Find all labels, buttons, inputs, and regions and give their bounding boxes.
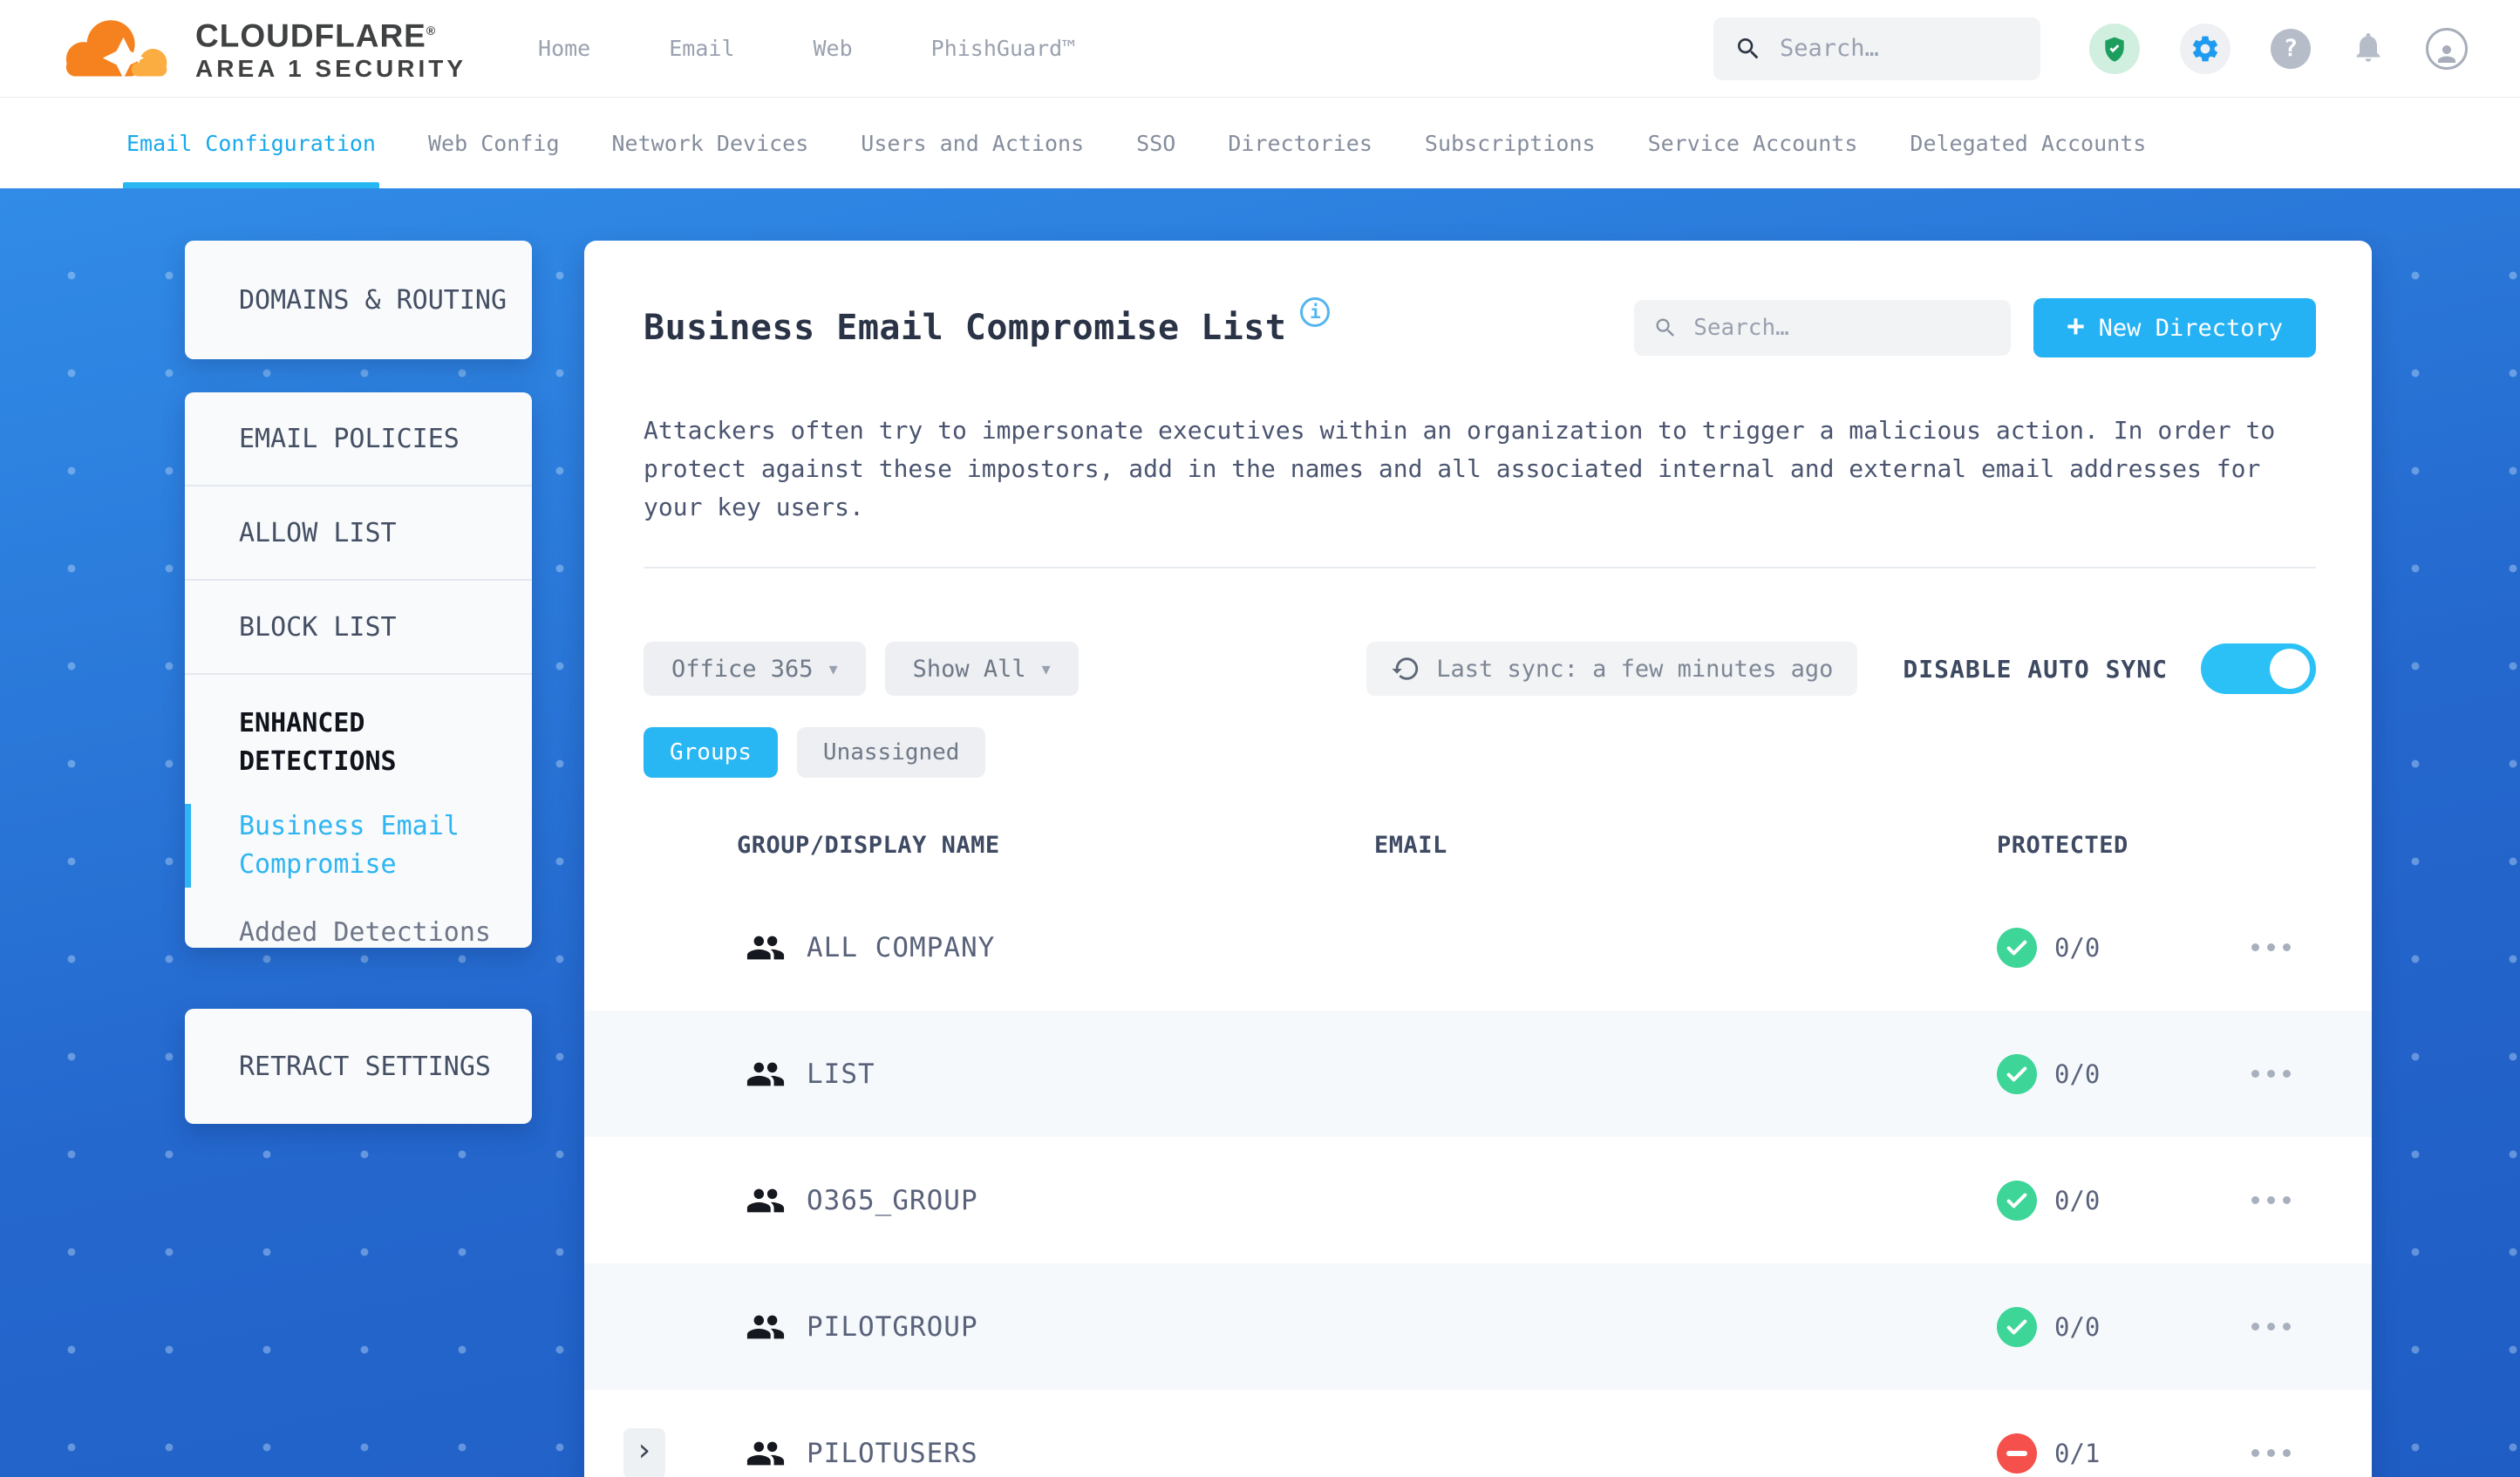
top-header: CLOUDFLARE® AREA 1 SECURITY Home Email W…	[0, 0, 2520, 98]
list-search[interactable]	[1634, 300, 2012, 356]
group-name: ALL COMPANY	[807, 931, 996, 963]
tab-service-accounts[interactable]: Service Accounts	[1648, 98, 1858, 188]
group-icon	[746, 936, 785, 959]
groups-table: GROUP/DISPLAY NAME EMAIL PROTECTED › ALL…	[584, 832, 2372, 1477]
cloudflare-cloud-icon	[65, 19, 167, 78]
sidebar-item-allow-list[interactable]: ALLOW LIST	[185, 487, 532, 581]
tab-network-devices[interactable]: Network Devices	[612, 98, 809, 188]
divider	[644, 567, 2316, 568]
row-actions-menu[interactable]	[2250, 1196, 2372, 1204]
nav-email[interactable]: Email	[669, 36, 734, 61]
group-name: PILOTUSERS	[807, 1437, 978, 1469]
sidebar-item-domains-routing[interactable]: DOMAINS & ROUTING	[185, 241, 532, 359]
logo-subbrand-text: AREA 1 SECURITY	[195, 54, 467, 82]
protected-check-icon	[1997, 1180, 2037, 1221]
column-header-email: EMAIL	[1374, 832, 1447, 859]
tab-subscriptions[interactable]: Subscriptions	[1425, 98, 1596, 188]
sidebar-item-email-policies[interactable]: EMAIL POLICIES	[185, 392, 532, 487]
last-sync-button[interactable]: Last sync: a few minutes ago	[1366, 642, 1858, 696]
column-header-protected: PROTECTED	[1997, 832, 2128, 859]
protected-check-icon	[1997, 1306, 2037, 1347]
show-filter-select[interactable]: Show All ▾	[884, 642, 1079, 696]
column-header-group-display-name: GROUP/DISPLAY NAME	[737, 832, 1000, 859]
tab-sso[interactable]: SSO	[1136, 98, 1175, 188]
sidebar-item-block-list[interactable]: BLOCK LIST	[185, 581, 532, 675]
row-actions-menu[interactable]	[2250, 943, 2372, 951]
protected-count: 0/0	[2054, 932, 2101, 963]
group-name: PILOTGROUP	[807, 1310, 978, 1343]
settings-gear-icon[interactable]	[2180, 23, 2231, 74]
disable-auto-sync-label: DISABLE AUTO SYNC	[1903, 654, 2168, 684]
sidebar-policies-card: EMAIL POLICIES ALLOW LIST BLOCK LIST ENH…	[185, 392, 532, 948]
table-row[interactable]: › PILOTUSERS 0/1	[584, 1390, 2372, 1477]
main-panel: Business Email Compromise List i + New D…	[584, 241, 2372, 1477]
table-row[interactable]: › ALL COMPANY 0/0	[584, 884, 2372, 1011]
chevron-down-icon: ▾	[1041, 658, 1051, 679]
section-tabs: Email Configuration Web Config Network D…	[0, 98, 2520, 188]
plus-icon: +	[2067, 309, 2085, 344]
directory-select[interactable]: Office 365 ▾	[644, 642, 866, 696]
tab-email-configuration[interactable]: Email Configuration	[123, 98, 379, 188]
unprotected-minus-icon	[1997, 1433, 2037, 1474]
page-description: Attackers often try to impersonate execu…	[644, 416, 2276, 521]
help-icon[interactable]: ?	[2271, 28, 2311, 69]
sync-restore-icon	[1392, 657, 1419, 680]
security-status-icon[interactable]	[2089, 23, 2140, 74]
tab-directories[interactable]: Directories	[1228, 98, 1372, 188]
groups-tab[interactable]: Groups	[644, 727, 778, 778]
notifications-bell-icon[interactable]	[2351, 30, 2386, 68]
protected-count: 0/0	[2054, 1058, 2101, 1089]
group-icon	[746, 1441, 785, 1465]
search-icon	[1738, 37, 1759, 58]
page-title: Business Email Compromise List	[644, 308, 1287, 348]
sidebar-item-added-detections[interactable]: Added Detections	[239, 917, 532, 948]
global-search[interactable]	[1713, 17, 2040, 80]
table-row[interactable]: › PILOTGROUP 0/0	[584, 1263, 2372, 1390]
logo-brand-text: CLOUDFLARE®	[195, 17, 437, 54]
unassigned-tab[interactable]: Unassigned	[796, 727, 986, 778]
nav-home[interactable]: Home	[538, 36, 590, 61]
protected-check-icon	[1997, 1053, 2037, 1094]
group-icon	[746, 1062, 785, 1086]
new-directory-button[interactable]: + New Directory	[2033, 298, 2316, 357]
search-icon	[1656, 318, 1675, 337]
last-sync-text: Last sync: a few minutes ago	[1436, 655, 1834, 683]
protected-count: 0/0	[2054, 1185, 2101, 1215]
table-row[interactable]: › LIST 0/0	[584, 1011, 2372, 1137]
global-search-input[interactable]	[1780, 35, 2006, 62]
group-icon	[746, 1315, 785, 1338]
tab-web-config[interactable]: Web Config	[428, 98, 560, 188]
sidebar: DOMAINS & ROUTING EMAIL POLICIES ALLOW L…	[185, 241, 532, 1124]
sidebar-item-enhanced-detections[interactable]: ENHANCED DETECTIONS	[185, 675, 532, 781]
row-actions-menu[interactable]	[2250, 1449, 2372, 1457]
group-icon	[746, 1188, 785, 1212]
chevron-down-icon: ▾	[828, 658, 838, 679]
primary-nav: Home Email Web PhishGuard™	[538, 36, 1075, 61]
tab-users-and-actions[interactable]: Users and Actions	[861, 98, 1084, 188]
sidebar-item-retract-settings[interactable]: RETRACT SETTINGS	[185, 1009, 532, 1124]
tab-delegated-accounts[interactable]: Delegated Accounts	[1910, 98, 2146, 188]
sidebar-item-business-email-compromise[interactable]: Business Email Compromise	[185, 804, 532, 888]
content-area: DOMAINS & ROUTING EMAIL POLICIES ALLOW L…	[0, 188, 2520, 1477]
protected-check-icon	[1997, 927, 2037, 968]
protected-count: 0/1	[2054, 1438, 2101, 1468]
info-icon[interactable]: i	[1300, 297, 1331, 327]
nav-web[interactable]: Web	[814, 36, 853, 61]
table-row[interactable]: › O365_GROUP 0/0	[584, 1137, 2372, 1263]
group-name: LIST	[807, 1058, 875, 1090]
row-actions-menu[interactable]	[2250, 1323, 2372, 1331]
toggle-knob	[2270, 649, 2310, 689]
auto-sync-toggle[interactable]	[2201, 643, 2316, 694]
protected-count: 0/0	[2054, 1311, 2101, 1342]
expand-chevron-button[interactable]: ›	[623, 1427, 665, 1477]
group-name: O365_GROUP	[807, 1184, 978, 1216]
cloudflare-logo[interactable]: CLOUDFLARE® AREA 1 SECURITY	[49, 12, 467, 85]
list-search-input[interactable]	[1693, 315, 1956, 341]
user-account-icon[interactable]	[2426, 27, 2468, 70]
row-actions-menu[interactable]	[2250, 1070, 2372, 1078]
nav-phishguard[interactable]: PhishGuard™	[931, 36, 1076, 61]
